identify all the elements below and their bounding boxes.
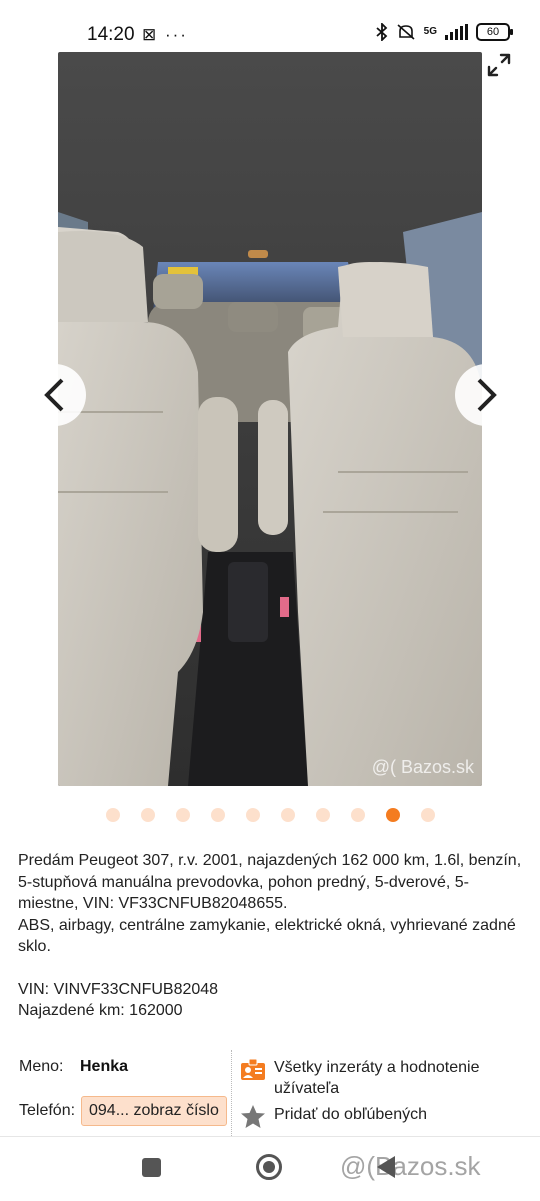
add-favorite-label: Pridať do obľúbených [274, 1106, 427, 1123]
next-photo-button[interactable] [455, 364, 517, 426]
pagination-dot-active[interactable] [385, 808, 400, 822]
chevron-left-icon [44, 378, 64, 412]
pagination-dot[interactable] [420, 808, 435, 822]
pagination-dot[interactable] [210, 808, 225, 822]
phone-label: Telefón: [19, 1102, 76, 1119]
system-nav-bar: @(Bazos.sk [0, 1136, 540, 1201]
mileage-line: Najazdené km: 162000 [18, 1002, 183, 1019]
seller-contact: Meno: Henka Telefón: 094... zobraz číslo… [0, 1048, 540, 1136]
battery-icon: 60 [476, 23, 513, 41]
status-time: 14:20 [87, 24, 135, 45]
back-button[interactable] [377, 1156, 395, 1178]
gallery-pagination [0, 808, 540, 822]
mute-bell-icon [397, 24, 415, 40]
recents-button[interactable] [142, 1158, 161, 1177]
name-label: Meno: [19, 1058, 64, 1075]
user-card-icon [241, 1058, 265, 1080]
star-icon [241, 1105, 265, 1128]
pagination-dot[interactable] [105, 808, 120, 822]
car-interior-photo [58, 52, 482, 786]
gallery-watermark: @( Bazos.sk [371, 757, 474, 777]
status-bar: 14:20 ⊠ ··· 5G 60 [0, 0, 540, 52]
signal-icon [445, 24, 468, 40]
pagination-dot[interactable] [315, 808, 330, 822]
add-favorite-link[interactable]: Pridať do obľúbených [240, 1104, 427, 1130]
bottom-watermark: @(Bazos.sk [340, 1151, 481, 1181]
description-features: ABS, airbagy, centrálne zamykanie, elekt… [18, 916, 516, 956]
seller-name: Henka [80, 1058, 129, 1075]
ad-description: Predám Peugeot 307, r.v. 2001, najazdený… [18, 850, 523, 1022]
expand-icon [487, 53, 511, 77]
status-right-icons: 5G 60 [376, 23, 513, 41]
show-phone-button[interactable]: 094... zobraz číslo [81, 1096, 227, 1126]
network-label: 5G [423, 26, 437, 37]
bluetooth-icon [376, 23, 387, 41]
chevron-right-icon [477, 378, 497, 412]
previous-photo-button[interactable] [24, 364, 86, 426]
pagination-dot[interactable] [280, 808, 295, 822]
contact-divider [231, 1050, 232, 1136]
pagination-dot[interactable] [245, 808, 260, 822]
photo-gallery[interactable]: @( Bazos.sk [58, 52, 482, 786]
status-notification-icons: ⊠ ··· [142, 25, 188, 44]
home-button[interactable] [256, 1154, 282, 1180]
vin-line: VIN: VINVF33CNFUB82048 [18, 980, 219, 998]
all-ads-label: Všetky inzeráty a hodnotenie užívateľa [274, 1059, 480, 1097]
pagination-dot[interactable] [175, 808, 190, 822]
description-text: Predám Peugeot 307, r.v. 2001, najazdený… [18, 852, 522, 912]
all-ads-link[interactable]: Všetky inzeráty a hodnotenie užívateľa [240, 1057, 504, 1099]
battery-level: 60 [486, 26, 500, 38]
pagination-dot[interactable] [140, 808, 155, 822]
pagination-dot[interactable] [350, 808, 365, 822]
fullscreen-button[interactable] [486, 52, 512, 78]
